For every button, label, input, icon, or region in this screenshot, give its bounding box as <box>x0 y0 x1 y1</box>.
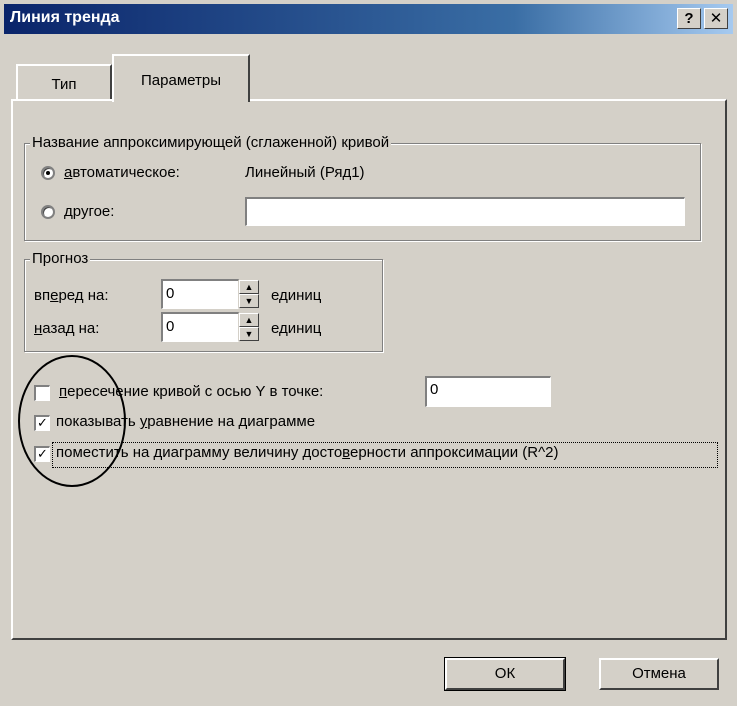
tab-type[interactable]: Тип <box>16 64 112 100</box>
other-name-input[interactable] <box>245 197 685 226</box>
ok-button[interactable]: ОК <box>444 657 566 691</box>
backward-spinner[interactable]: 0 ▲ ▼ <box>161 312 261 342</box>
backward-unit: единиц <box>271 320 322 337</box>
close-button[interactable]: ✕ <box>704 8 728 29</box>
backward-label: назад на: <box>34 320 100 337</box>
forecast-legend: Прогноз <box>30 250 91 267</box>
forward-unit: единиц <box>271 287 322 304</box>
forward-spinner[interactable]: 0 ▲ ▼ <box>161 279 261 309</box>
window-title: Линия тренда <box>10 9 120 26</box>
backward-input[interactable]: 0 <box>161 312 239 342</box>
other-name-label[interactable]: другое: <box>64 203 114 220</box>
intercept-input[interactable]: 0 <box>425 376 551 407</box>
backward-down-icon[interactable]: ▼ <box>239 327 259 341</box>
trendline-dialog: Линия тренда ? ✕ Тип Параметры Название … <box>0 0 737 706</box>
highlight-circle <box>18 355 126 487</box>
curve-name-group: Название аппроксимирующей (сглаженной) к… <box>24 134 701 241</box>
forward-up-icon[interactable]: ▲ <box>239 280 259 294</box>
title-bar[interactable]: Линия тренда ? ✕ <box>4 4 733 34</box>
backward-up-icon[interactable]: ▲ <box>239 313 259 327</box>
forward-input[interactable]: 0 <box>161 279 239 309</box>
tab-parameters[interactable]: Параметры <box>112 54 250 102</box>
cancel-button[interactable]: Отмена <box>599 658 719 690</box>
auto-name-label[interactable]: автоматическое: <box>64 164 180 181</box>
forward-label: вперед на: <box>34 287 109 304</box>
tab-type-label: Тип <box>51 76 77 93</box>
tab-parameters-label: Параметры <box>141 72 221 89</box>
show-r2-label[interactable]: поместить на диаграмму величину достовер… <box>56 444 558 461</box>
forward-down-icon[interactable]: ▼ <box>239 294 259 308</box>
auto-name-value: Линейный (Ряд1) <box>245 164 365 181</box>
curve-name-legend: Название аппроксимирующей (сглаженной) к… <box>30 134 392 151</box>
help-button[interactable]: ? <box>677 8 701 29</box>
auto-name-radio[interactable] <box>41 166 55 180</box>
other-name-radio[interactable] <box>41 205 55 219</box>
